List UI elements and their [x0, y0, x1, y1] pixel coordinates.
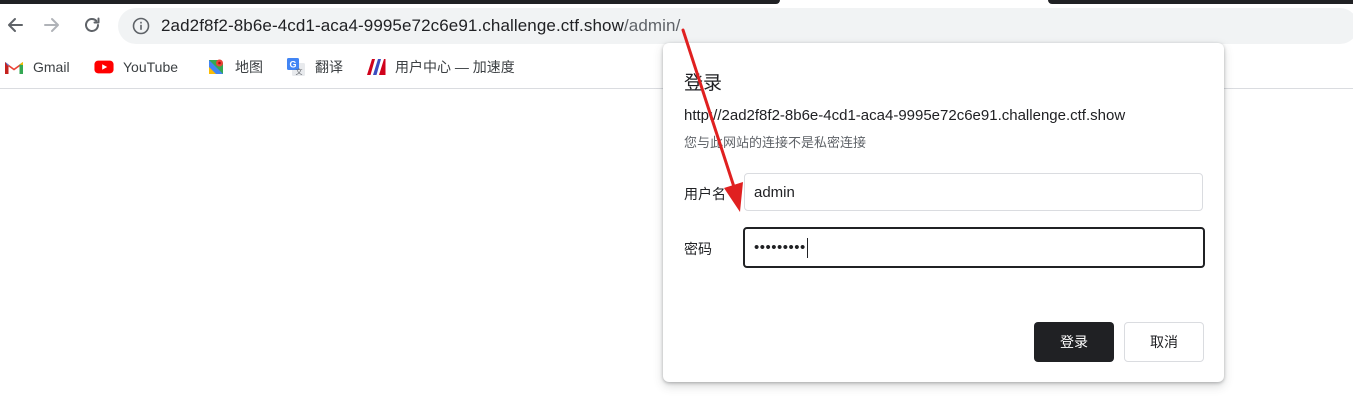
- http-auth-dialog: 登录 http://2ad2f8f2-8b6e-4cd1-aca4-9995e7…: [663, 43, 1224, 382]
- maps-icon: [206, 57, 226, 77]
- cancel-button[interactable]: 取消: [1124, 322, 1204, 362]
- bookmark-translate[interactable]: G 文 翻译: [282, 53, 347, 81]
- svg-text:文: 文: [296, 67, 303, 76]
- bookmark-label: YouTube: [123, 59, 179, 75]
- address-bar[interactable]: 2ad2f8f2-8b6e-4cd1-aca4-9995e72c6e91.cha…: [118, 8, 1353, 44]
- bookmark-user-center[interactable]: 用户中心 — 加速度: [362, 53, 519, 81]
- connection-warning: 您与此网站的连接不是私密连接: [684, 135, 867, 150]
- reload-icon: [85, 17, 100, 32]
- login-button[interactable]: 登录: [1034, 322, 1114, 362]
- bookmark-maps[interactable]: 地图: [202, 53, 267, 81]
- bookmark-label: 地图: [235, 59, 263, 75]
- dialog-title: 登录: [684, 73, 723, 94]
- site-info-icon[interactable]: [132, 17, 150, 35]
- arrow-left-icon: [8, 18, 23, 32]
- url-path: /admin/: [623, 16, 681, 35]
- bookmark-gmail[interactable]: Gmail: [0, 53, 74, 81]
- username-input[interactable]: [744, 173, 1203, 211]
- password-label: 密码: [684, 241, 712, 257]
- dialog-origin-url: http://2ad2f8f2-8b6e-4cd1-aca4-9995e72c6…: [684, 107, 1126, 124]
- youtube-icon: [94, 57, 114, 77]
- bookmark-label: 用户中心 — 加速度: [395, 59, 515, 75]
- text-caret: [806, 237, 808, 258]
- forward-button[interactable]: [37, 10, 67, 40]
- browser-toolbar: 2ad2f8f2-8b6e-4cd1-aca4-9995e72c6e91.cha…: [0, 4, 1353, 48]
- arrow-right-icon: [44, 18, 59, 32]
- url-host: 2ad2f8f2-8b6e-4cd1-aca4-9995e72c6e91.cha…: [161, 16, 624, 35]
- bookmark-label: 翻译: [315, 59, 343, 75]
- password-masked-value: •••••••••: [754, 239, 806, 256]
- translate-icon: G 文: [286, 57, 306, 77]
- username-label: 用户名: [684, 186, 726, 202]
- gmail-icon: [4, 57, 24, 77]
- browser-window: 2ad2f8f2-8b6e-4cd1-aca4-9995e72c6e91.cha…: [0, 0, 1353, 406]
- back-button[interactable]: [0, 10, 30, 40]
- url-text: 2ad2f8f2-8b6e-4cd1-aca4-9995e72c6e91.cha…: [161, 16, 680, 36]
- password-input[interactable]: •••••••••: [743, 227, 1205, 268]
- bookmark-youtube[interactable]: YouTube: [90, 53, 182, 81]
- bookmark-label: Gmail: [33, 59, 70, 75]
- reload-button[interactable]: [77, 10, 107, 40]
- site-logo-icon: [366, 57, 386, 77]
